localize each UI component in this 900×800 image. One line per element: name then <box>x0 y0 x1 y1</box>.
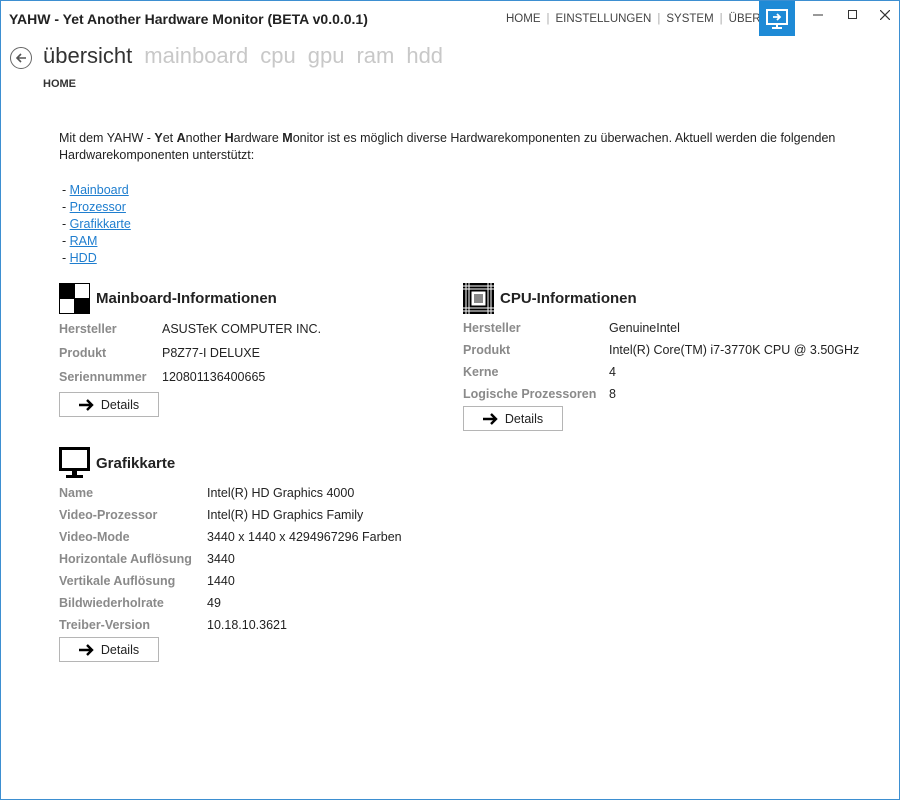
cpu-section-header: CPU-Informationen <box>463 283 637 314</box>
cpu-icon <box>463 283 494 314</box>
nav-separator: | <box>719 13 723 25</box>
arrow-left-icon <box>15 53 26 63</box>
breadcrumb: HOME <box>43 78 76 90</box>
back-button[interactable] <box>10 47 32 69</box>
pivot-tabs: übersicht mainboard cpu gpu ram hdd <box>43 43 455 69</box>
arrow-right-icon <box>78 643 94 656</box>
mainboard-heading: Mainboard-Informationen <box>96 290 277 307</box>
nav-separator: | <box>657 13 661 25</box>
gpu-section-header: Grafikkarte <box>59 447 175 479</box>
window-title: YAHW - Yet Another Hardware Monitor (BET… <box>9 11 368 27</box>
component-links: - Mainboard - Prozessor - Grafikkarte - … <box>62 182 131 267</box>
close-icon <box>880 10 890 20</box>
list-item: - Prozessor <box>62 200 126 214</box>
link-ram[interactable]: RAM <box>70 234 98 248</box>
mainboard-details-button[interactable]: Details <box>59 392 159 417</box>
top-navigation: HOME | EINSTELLUNGEN | SYSTEM | ÜBER <box>506 13 761 25</box>
monitor-icon <box>766 8 788 29</box>
arrow-right-icon <box>78 398 94 411</box>
minimize-icon <box>813 14 823 16</box>
maximize-button[interactable] <box>838 4 868 26</box>
mainboard-section-header: Mainboard-Informationen <box>59 283 277 314</box>
cpu-details-button[interactable]: Details <box>463 406 563 431</box>
link-hdd[interactable]: HDD <box>70 251 97 265</box>
nav-home[interactable]: HOME <box>506 13 541 25</box>
tab-mainboard[interactable]: mainboard <box>144 43 248 69</box>
minimize-button[interactable] <box>803 4 833 26</box>
arrow-right-icon <box>482 412 498 425</box>
nav-separator: | <box>546 13 550 25</box>
nav-ueber[interactable]: ÜBER <box>729 13 761 25</box>
link-prozessor[interactable]: Prozessor <box>70 200 126 214</box>
monitor-app-icon[interactable] <box>759 1 795 36</box>
tab-hdd[interactable]: hdd <box>406 43 443 69</box>
tab-cpu[interactable]: cpu <box>260 43 295 69</box>
nav-einstellungen[interactable]: EINSTELLUNGEN <box>556 13 652 25</box>
list-item: - HDD <box>62 251 97 265</box>
tab-gpu[interactable]: gpu <box>308 43 345 69</box>
link-mainboard[interactable]: Mainboard <box>70 183 129 197</box>
gpu-details-button[interactable]: Details <box>59 637 159 662</box>
display-icon <box>59 447 90 478</box>
maximize-icon <box>848 10 857 19</box>
link-grafikkarte[interactable]: Grafikkarte <box>70 217 131 231</box>
list-item: - Mainboard <box>62 183 129 197</box>
list-item: - RAM <box>62 234 98 248</box>
intro-text: Mit dem YAHW - Yet Another Hardware Moni… <box>59 131 836 162</box>
list-item: - Grafikkarte <box>62 217 131 231</box>
cpu-heading: CPU-Informationen <box>500 290 637 307</box>
tab-uebersicht[interactable]: übersicht <box>43 43 132 69</box>
mainboard-icon <box>59 283 90 314</box>
gpu-heading: Grafikkarte <box>96 454 176 472</box>
close-button[interactable] <box>870 4 900 26</box>
tab-ram[interactable]: ram <box>356 43 394 69</box>
nav-system[interactable]: SYSTEM <box>666 13 713 25</box>
